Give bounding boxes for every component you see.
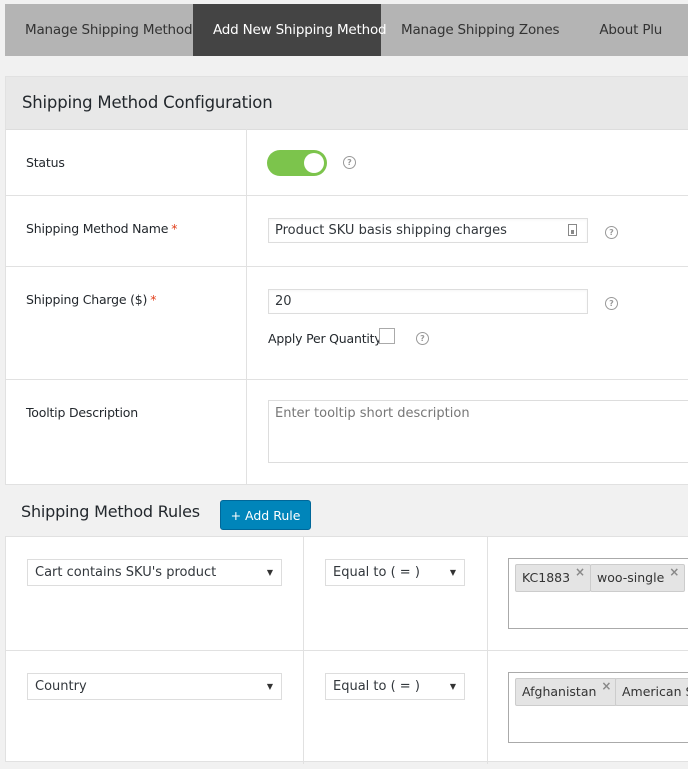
value-tag: American Samoa × [615, 678, 688, 706]
operator-select[interactable]: Equal to ( = ) ▼ [325, 559, 465, 586]
config-title: Shipping Method Configuration [6, 77, 688, 130]
toggle-knob [304, 153, 324, 173]
required-mark: * [171, 221, 178, 236]
charge-label: Shipping Charge ($) * [26, 292, 157, 307]
condition-value: Cart contains SKU's product [35, 565, 217, 580]
condition-value: Country [35, 679, 87, 694]
tag-label: woo-single [597, 570, 665, 585]
tag-label: American Samoa [622, 684, 688, 699]
required-mark: * [150, 292, 157, 307]
rule-row: Cart contains SKU's product ▼ Equal to (… [6, 537, 688, 651]
rule-row: Country ▼ Equal to ( = ) ▼ Afghanistan ×… [6, 651, 688, 764]
operator-select[interactable]: Equal to ( = ) ▼ [325, 673, 465, 700]
charge-row: Shipping Charge ($) * 20 ? Apply Per Quan… [6, 267, 688, 380]
shipping-charge-input[interactable]: 20 [268, 289, 588, 314]
charge-value: 20 [275, 294, 292, 309]
tab-about-plugin[interactable]: About Plu [579, 4, 682, 56]
column-divider [303, 537, 304, 650]
dropdown-arrow-icon: ▼ [449, 682, 456, 691]
remove-tag-icon[interactable]: × [601, 673, 611, 699]
condition-select[interactable]: Cart contains SKU's product ▼ [27, 559, 282, 586]
name-label-text: Shipping Method Name [26, 221, 169, 236]
dropdown-arrow-icon: ▼ [449, 568, 456, 577]
column-divider [303, 651, 304, 764]
name-label: Shipping Method Name * [26, 221, 177, 236]
values-multiselect[interactable]: KC1883 × woo-single × [508, 558, 688, 629]
column-divider [487, 537, 488, 650]
help-icon[interactable]: ? [343, 156, 356, 169]
status-row: Status ? [6, 130, 688, 196]
tooltip-description-textarea[interactable]: Enter tooltip short description [268, 400, 688, 463]
operator-value: Equal to ( = ) [333, 565, 420, 580]
remove-tag-icon[interactable]: × [575, 559, 585, 585]
apply-per-quantity-label: Apply Per Quantity [268, 331, 382, 346]
nav-tabs: Manage Shipping Methods Add New Shipping… [5, 4, 688, 56]
dropdown-arrow-icon: ▼ [266, 568, 273, 577]
help-icon[interactable]: ? [605, 226, 618, 239]
value-tag: KC1883 × [515, 564, 592, 592]
name-value: Product SKU basis shipping charges [275, 223, 507, 238]
apply-per-quantity-checkbox[interactable] [379, 328, 395, 344]
status-label: Status [26, 155, 65, 170]
config-panel: Shipping Method Configuration Status ? S… [5, 76, 688, 485]
add-rule-button[interactable]: + Add Rule [220, 500, 311, 530]
value-tag: Afghanistan × [515, 678, 618, 706]
tab-add-new-shipping-method[interactable]: Add New Shipping Method [193, 4, 387, 56]
tag-label: KC1883 [522, 570, 571, 585]
operator-value: Equal to ( = ) [333, 679, 420, 694]
column-divider [487, 651, 488, 764]
tag-label: Afghanistan [522, 684, 597, 699]
remove-tag-icon[interactable]: × [669, 559, 679, 585]
name-row: Shipping Method Name * Product SKU basis … [6, 196, 688, 267]
dropdown-arrow-icon: ▼ [266, 682, 273, 691]
tab-manage-shipping-zones[interactable]: Manage Shipping Zones [381, 4, 579, 56]
rules-table: Cart contains SKU's product ▼ Equal to (… [5, 536, 688, 764]
help-icon[interactable]: ? [416, 332, 429, 345]
contact-card-icon [568, 224, 577, 236]
shipping-method-name-input[interactable]: Product SKU basis shipping charges [268, 218, 588, 243]
values-multiselect[interactable]: Afghanistan × American Samoa × [508, 672, 688, 743]
tab-manage-shipping-methods[interactable]: Manage Shipping Methods [5, 4, 199, 56]
rules-title: Shipping Method Rules [21, 502, 200, 521]
tooltip-label: Tooltip Description [26, 405, 138, 420]
charge-label-text: Shipping Charge ($) [26, 292, 148, 307]
help-icon[interactable]: ? [605, 297, 618, 310]
condition-select[interactable]: Country ▼ [27, 673, 282, 700]
tooltip-row: Tooltip Description Enter tooltip short … [6, 380, 688, 488]
value-tag: woo-single × [590, 564, 686, 592]
status-toggle[interactable] [267, 150, 327, 176]
